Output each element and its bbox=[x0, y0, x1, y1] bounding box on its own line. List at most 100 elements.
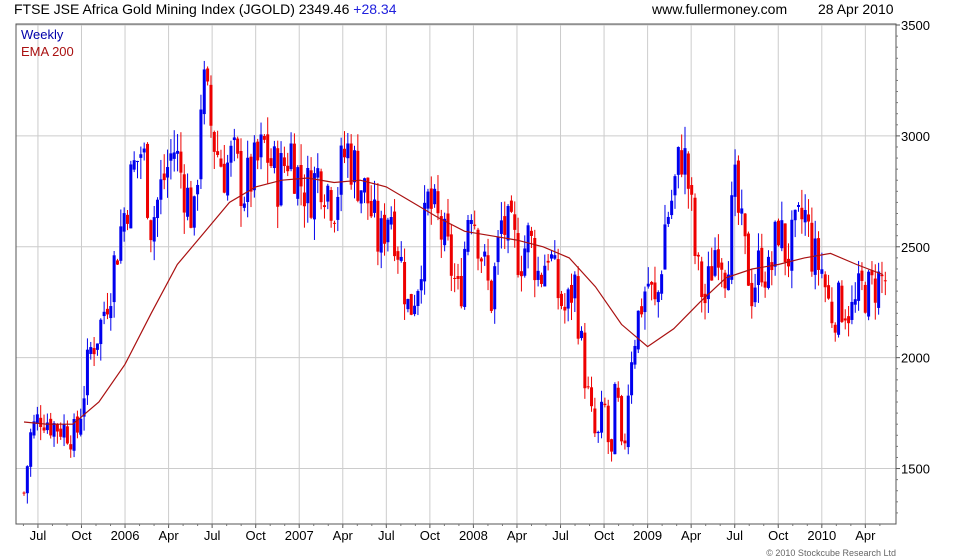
weekly-bar-body bbox=[196, 184, 200, 195]
weekly-bar-body bbox=[626, 395, 630, 448]
weekly-bar-body bbox=[613, 384, 617, 455]
weekly-bar-body bbox=[586, 386, 590, 388]
weekly-bar-body bbox=[543, 265, 547, 287]
weekly-bar-body bbox=[773, 221, 777, 267]
x-tick-label: 2009 bbox=[633, 528, 662, 543]
weekly-bar-body bbox=[790, 219, 794, 271]
x-tick-label: Jul bbox=[726, 528, 743, 543]
weekly-bar-body bbox=[182, 174, 186, 213]
weekly-bar-body bbox=[559, 293, 563, 306]
weekly-bar-body bbox=[35, 414, 39, 424]
weekly-bar-body bbox=[820, 269, 824, 274]
weekly-bar-body bbox=[733, 164, 737, 197]
x-tick-label: Jul bbox=[30, 528, 47, 543]
weekly-bar-body bbox=[172, 152, 176, 159]
x-tick-label: Jul bbox=[552, 528, 569, 543]
weekly-bar-body bbox=[429, 188, 433, 209]
weekly-bar-body bbox=[620, 396, 624, 442]
weekly-bar-body bbox=[212, 131, 216, 152]
weekly-bar-body bbox=[766, 256, 770, 288]
weekly-bar-body bbox=[860, 270, 864, 281]
weekly-bar-body bbox=[463, 248, 467, 307]
weekly-bar-body bbox=[553, 255, 557, 259]
weekly-bar-body bbox=[469, 219, 473, 225]
weekly-bar-body bbox=[216, 151, 220, 155]
weekly-bar-body bbox=[89, 347, 93, 354]
weekly-bar-body bbox=[242, 203, 246, 208]
weekly-bar-body bbox=[776, 220, 780, 246]
x-tick-label: Jul bbox=[378, 528, 395, 543]
weekly-bar-body bbox=[526, 225, 530, 253]
price-chart: 1500 2000 2500 3000 3500 Jul Oct 2006 Apr Jul Oct 2… bbox=[15, 18, 930, 543]
weekly-bar-body bbox=[523, 248, 527, 276]
weekly-bar-body bbox=[830, 301, 834, 324]
weekly-bar-body bbox=[800, 207, 804, 220]
x-tick-label: Oct bbox=[246, 528, 267, 543]
weekly-bar-body bbox=[446, 213, 450, 237]
weekly-bar-body bbox=[146, 143, 150, 218]
weekly-bar-body bbox=[122, 213, 126, 232]
legend-ema: EMA 200 bbox=[21, 44, 74, 59]
y-tick-label: 1500 bbox=[901, 462, 930, 477]
weekly-bar-body bbox=[740, 208, 744, 214]
legend-weekly: Weekly bbox=[21, 27, 64, 42]
weekly-bar-body bbox=[322, 205, 326, 208]
weekly-bar-body bbox=[850, 301, 854, 320]
x-tick-label: 2007 bbox=[285, 528, 314, 543]
weekly-bar-body bbox=[139, 154, 143, 158]
weekly-bar-body bbox=[473, 224, 477, 226]
weekly-bar-body bbox=[676, 147, 680, 175]
weekly-bar-body bbox=[486, 255, 490, 281]
weekly-bar-body bbox=[149, 220, 153, 241]
weekly-bar-body bbox=[636, 310, 640, 350]
weekly-bar-body bbox=[503, 216, 507, 235]
weekly-bar-body bbox=[39, 417, 43, 428]
weekly-bar-body bbox=[349, 143, 353, 185]
weekly-bar-body bbox=[112, 255, 116, 303]
weekly-bar-body bbox=[22, 492, 26, 494]
weekly-bar-body bbox=[319, 171, 323, 203]
weekly-bar-body bbox=[276, 148, 280, 207]
weekly-bar-body bbox=[663, 224, 667, 270]
weekly-bar-body bbox=[666, 216, 670, 224]
weekly-bar-body bbox=[413, 305, 417, 315]
y-tick-label: 3000 bbox=[901, 129, 930, 144]
x-tick-label: Oct bbox=[71, 528, 92, 543]
weekly-bar-body bbox=[202, 69, 206, 115]
weekly-bar-body bbox=[252, 142, 256, 191]
weekly-bar-body bbox=[569, 284, 573, 303]
weekly-bar-body bbox=[743, 213, 747, 237]
weekly-bar-body bbox=[95, 343, 99, 350]
weekly-bar-body bbox=[573, 274, 577, 299]
weekly-bar-body bbox=[125, 214, 129, 224]
weekly-bar-body bbox=[99, 319, 103, 345]
weekly-bar-body bbox=[282, 157, 286, 167]
y-tick-label: 2500 bbox=[901, 240, 930, 255]
weekly-bar-body bbox=[456, 276, 460, 279]
weekly-bar-body bbox=[883, 280, 887, 282]
weekly-bar-body bbox=[459, 275, 463, 307]
weekly-bar-body bbox=[92, 348, 96, 355]
weekly-bar-body bbox=[479, 258, 483, 262]
weekly-bar-body bbox=[656, 292, 660, 303]
weekly-bar-body bbox=[660, 274, 664, 294]
weekly-bar-body bbox=[780, 220, 784, 249]
weekly-bar-body bbox=[580, 330, 584, 339]
weekly-bar-body bbox=[563, 306, 567, 311]
weekly-bar-body bbox=[519, 271, 523, 277]
y-tick-label: 2000 bbox=[901, 351, 930, 366]
weekly-bar-body bbox=[710, 266, 714, 281]
weekly-bar-body bbox=[376, 200, 380, 252]
weekly-bar-body bbox=[339, 145, 343, 195]
weekly-bar-body bbox=[623, 440, 627, 444]
weekly-bar-body bbox=[449, 234, 453, 276]
weekly-bar-body bbox=[49, 418, 53, 436]
weekly-bar-body bbox=[29, 432, 33, 467]
weekly-bar-body bbox=[286, 165, 290, 172]
x-tick-label: Apr bbox=[507, 528, 528, 543]
weekly-bar-body bbox=[59, 428, 63, 437]
weekly-bar-body bbox=[316, 168, 320, 178]
weekly-bar-body bbox=[536, 270, 540, 280]
chart-root: FTSE JSE Africa Gold Mining Index (JGOLD… bbox=[0, 0, 980, 560]
x-tick-label: Oct bbox=[594, 528, 615, 543]
